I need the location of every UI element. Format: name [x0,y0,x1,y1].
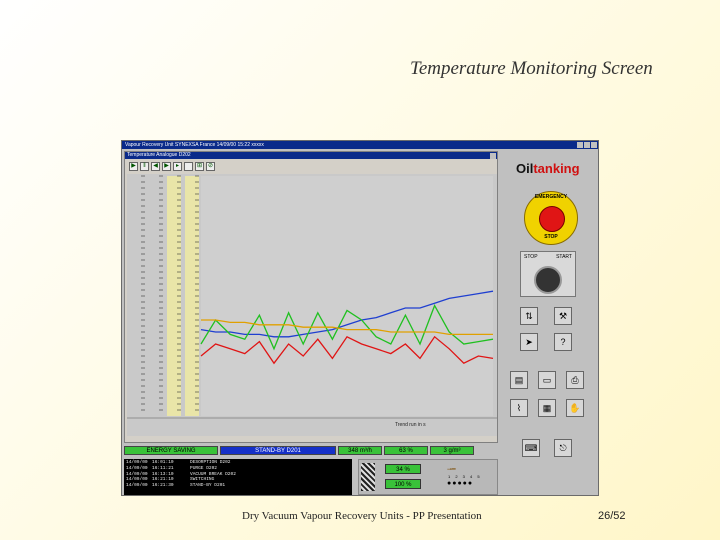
chart-icon[interactable]: ⌇ [510,399,528,417]
page-number: 26/52 [598,510,626,522]
settings-icon[interactable]: ⊘ [206,162,215,171]
state-badge: STAND-BY D201 [220,445,336,455]
stop-label: STOP [524,254,538,260]
valve-up-icon[interactable]: ⇅ [520,307,538,325]
estop-label-bottom: STOP [544,234,558,240]
tools-icon[interactable]: ⚒ [554,307,572,325]
app-title: Vapour Recovery Unit SYNEXSA France 14/0… [125,142,264,148]
valve-icon: ⊸━ [447,467,456,473]
valve-status-dots: ●●●●● [447,480,474,487]
trend-titlebar: Temperature Analogue D202 [125,152,497,159]
log-row: 14/09/00 16:21:30 STAND-BY D201 [126,483,350,489]
trend-window: Temperature Analogue D202 ▶ ‖ ◀ ▶ ▸ ⊞ ⊘ … [124,151,498,443]
log-event: STAND-BY D201 [190,483,226,489]
process-panel: 34 % 100 % ⊸━ 1 2 3 4 5 ●●●●● [358,459,498,495]
stop-start-switch[interactable]: STOP START [520,251,576,297]
start-label: START [556,254,572,260]
control-panel: Oiltanking EMERGENCY STOP STOP START ⇅ ⚒… [500,149,596,495]
log-date: 14/09/00 [126,483,148,489]
app-titlebar: Vapour Recovery Unit SYNEXSA France 14/0… [122,141,598,149]
mode-badge: ENERGY SAVING [124,445,218,455]
log-time: 16:21:30 [152,483,174,489]
trend-close-button[interactable] [490,152,496,159]
plot-background [201,176,493,416]
pct-indicator-2: 100 % [385,479,421,489]
x-axis-label: Trend run in s [395,422,426,428]
keyboard-icon[interactable]: ⌨ [522,439,540,457]
help-icon[interactable]: ? [554,333,572,351]
app-window: Vapour Recovery Unit SYNEXSA France 14/0… [121,140,599,496]
minimize-button[interactable] [577,142,583,148]
pause-icon[interactable]: ‖ [140,162,149,171]
trend-title: Temperature Analogue D202 [127,152,191,158]
flow-value: 348 m³/h [338,445,382,455]
slide-footer: Dry Vacuum Vapour Recovery Units - PP Pr… [242,510,482,522]
selector-knob[interactable] [534,266,562,294]
blank-icon[interactable] [184,162,193,171]
estop-button[interactable] [539,206,565,232]
brand-logo: Oiltanking [516,161,580,176]
status-row: ENERGY SAVING STAND-BY D201 348 m³/h 63 … [124,444,498,456]
pointer-icon[interactable]: ➤ [520,333,538,351]
step-icon[interactable]: ▸ [173,162,182,171]
monitor-icon[interactable]: ▭ [538,371,556,389]
trend-toolbar: ▶ ‖ ◀ ▶ ▸ ⊞ ⊘ [129,162,215,171]
document-icon[interactable]: ▦ [538,399,556,417]
forward-icon[interactable]: ▶ [162,162,171,171]
event-log: 14/09/00 16:01:10 DESORPTION D202 14/09/00 1… [124,459,352,495]
pct-indicator-1: 34 % [385,464,421,474]
percent-value: 63 % [384,445,428,455]
hand-icon[interactable]: ✋ [566,399,584,417]
play-icon[interactable]: ▶ [129,162,138,171]
close-button[interactable] [591,142,597,148]
brand-suffix: tanking [533,161,580,176]
trend-chart [127,175,497,419]
maximize-button[interactable] [584,142,590,148]
notebook-icon[interactable]: ▤ [510,371,528,389]
brand-prefix: Oil [516,161,534,176]
back-icon[interactable]: ◀ [151,162,160,171]
estop-label-top: EMERGENCY [534,194,568,200]
zoom-icon[interactable]: ⊞ [195,162,204,171]
slide-title: Temperature Monitoring Screen [410,58,653,79]
emergency-stop[interactable]: EMERGENCY STOP [524,191,578,245]
concentration-value: 3 g/m³ [430,445,474,455]
valve-indices: 1 2 3 4 5 [448,474,482,479]
pattern-icon [361,463,375,491]
trend-plot: Trend run in s [127,174,497,436]
exit-door-icon[interactable]: ⎋ [554,439,572,457]
printer-icon[interactable]: ⎙ [566,371,584,389]
